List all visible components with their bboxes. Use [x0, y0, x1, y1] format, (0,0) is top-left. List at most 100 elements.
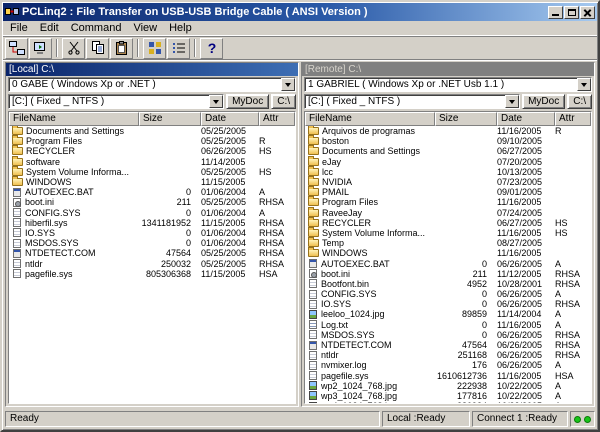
file-row[interactable]: MSDOS.SYS 0 01/06/2004 RHSA — [9, 238, 295, 248]
file-row[interactable]: NTDETECT.COM 47564 06/26/2005 RHSA — [305, 340, 591, 350]
file-name: WINDOWS — [26, 177, 139, 187]
remote-pane-header[interactable]: [Remote] C:\ — [302, 63, 594, 76]
file-row[interactable]: Arquivos de programas 11/16/2005 R — [305, 126, 591, 136]
column-header-attr[interactable]: Attr — [555, 112, 591, 126]
file-row[interactable]: System Volume Informa... 11/16/2005 HS — [305, 228, 591, 238]
details-view-button[interactable] — [167, 38, 190, 59]
close-button[interactable] — [580, 6, 595, 19]
file-date: 05/25/2005 — [201, 167, 259, 177]
file-row[interactable]: RECYCLER 06/27/2005 HS — [305, 218, 591, 228]
column-header-filename[interactable]: FileName — [305, 112, 435, 126]
file-row[interactable]: pagefile.sys 805306368 11/15/2005 HSA — [9, 269, 295, 279]
remote-drive-combo[interactable]: 1 GABRIEL ( Windows Xp or .NET Usb 1.1 ) — [304, 77, 592, 92]
local-pane-header[interactable]: [Local] C:\ — [6, 63, 298, 76]
local-root-button[interactable]: C:\ — [271, 94, 296, 109]
remote-root-button[interactable]: C:\ — [567, 94, 592, 109]
menu-item[interactable]: Edit — [34, 21, 65, 36]
file-row[interactable]: RaveeJay 07/24/2005 — [305, 208, 591, 218]
menu-item[interactable]: File — [4, 21, 34, 36]
file-row[interactable]: System Volume Informa... 05/25/2005 HS — [9, 167, 295, 177]
local-column-headers: FileName Size Date Attr — [9, 112, 295, 126]
file-row[interactable]: IO.SYS 0 01/06/2004 RHSA — [9, 228, 295, 238]
file-row[interactable]: Program Files 05/25/2005 R — [9, 136, 295, 146]
file-row[interactable]: IO.SYS 0 06/26/2005 RHSA — [305, 299, 591, 309]
file-row[interactable]: NVIDIA 07/23/2005 — [305, 177, 591, 187]
file-row[interactable]: RECYCLER 06/26/2005 HS — [9, 146, 295, 156]
file-row[interactable]: Bootfont.bin 4952 10/28/2001 RHSA — [305, 279, 591, 289]
file-date: 06/26/2005 — [497, 289, 555, 299]
local-path-combo[interactable]: [C:] ( Fixed _ NTFS ) — [8, 94, 224, 109]
menu-item[interactable]: View — [127, 21, 163, 36]
file-icon — [13, 259, 21, 268]
file-row[interactable]: CONFIG.SYS 0 01/06/2004 A — [9, 208, 295, 218]
file-row[interactable]: WINDOWS 11/15/2005 — [9, 177, 295, 187]
file-row[interactable]: MSDOS.SYS 0 06/26/2005 RHSA — [305, 330, 591, 340]
file-icon — [309, 351, 317, 360]
file-date: 01/06/2004 — [201, 228, 259, 238]
help-button[interactable]: ? — [200, 38, 223, 59]
file-attr: A — [555, 360, 591, 370]
file-attr: A — [259, 187, 295, 197]
file-row[interactable]: Temp 08/27/2005 — [305, 238, 591, 248]
file-row[interactable]: hiberfil.sys 1341181952 11/15/2005 RHSA — [9, 218, 295, 228]
column-header-filename[interactable]: FileName — [9, 112, 139, 126]
column-header-size[interactable]: Size — [435, 112, 497, 126]
file-row[interactable]: Log.txt 0 11/16/2005 A — [305, 320, 591, 330]
file-size: 47564 — [139, 248, 201, 258]
file-row[interactable]: ntldr 250032 05/25/2005 RHSA — [9, 258, 295, 268]
file-size: 0 — [435, 320, 497, 330]
maximize-button[interactable] — [564, 6, 579, 19]
file-row[interactable]: PMAIL 09/01/2005 — [305, 187, 591, 197]
chevron-down-icon[interactable] — [505, 95, 519, 108]
local-drive-combo[interactable]: 0 GABE ( Windows Xp or .NET ) — [8, 77, 296, 92]
connect-button[interactable] — [5, 38, 28, 59]
file-row[interactable]: boot.ini 211 05/25/2005 RHSA — [9, 197, 295, 207]
large-icons-view-button[interactable] — [143, 38, 166, 59]
file-row[interactable]: eJay 07/20/2005 — [305, 157, 591, 167]
menu-item[interactable]: Command — [65, 21, 128, 36]
file-row[interactable]: lcc 10/13/2005 — [305, 167, 591, 177]
file-row[interactable]: NTDETECT.COM 47564 05/25/2005 RHSA — [9, 248, 295, 258]
file-row[interactable]: pagefile.sys 1610612736 11/16/2005 HSA — [305, 371, 591, 381]
file-name: lcc — [322, 167, 435, 177]
file-row[interactable]: boot.ini 211 11/12/2005 RHSA — [305, 269, 591, 279]
file-row[interactable]: wp2_1024_768.jpg 222938 10/22/2005 A — [305, 381, 591, 391]
file-date: 06/27/2005 — [497, 218, 555, 228]
column-header-date[interactable]: Date — [497, 112, 555, 126]
local-mydoc-button[interactable]: MyDoc — [226, 94, 269, 109]
minimize-icon — [552, 14, 559, 16]
file-row[interactable]: software 11/14/2005 — [9, 157, 295, 167]
file-row[interactable]: Documents and Settings 06/27/2005 — [305, 146, 591, 156]
file-row[interactable]: Documents and Settings 05/25/2005 — [9, 126, 295, 136]
column-header-date[interactable]: Date — [201, 112, 259, 126]
refresh-button[interactable] — [29, 38, 52, 59]
remote-path-combo[interactable]: [C:] ( Fixed _ NTFS ) — [304, 94, 520, 109]
file-row[interactable]: boston 09/10/2005 — [305, 136, 591, 146]
copy-button[interactable] — [86, 38, 109, 59]
paste-button[interactable] — [110, 38, 133, 59]
file-row[interactable]: leeloo_1024.jpg 89859 11/14/2004 A — [305, 309, 591, 319]
file-row[interactable]: nvmixer.log 176 06/26/2005 A — [305, 360, 591, 370]
cut-button[interactable] — [62, 38, 85, 59]
file-row[interactable]: Program Files 11/16/2005 — [305, 197, 591, 207]
minimize-button[interactable] — [548, 6, 563, 19]
file-row[interactable]: CONFIG.SYS 0 06/26/2005 A — [305, 289, 591, 299]
file-size: 177816 — [435, 391, 497, 401]
chevron-down-icon[interactable] — [577, 78, 591, 91]
file-row[interactable]: wp3_1024_768.jpg 177816 10/22/2005 A — [305, 391, 591, 401]
menu-item[interactable]: Help — [163, 21, 198, 36]
file-name: eJay — [322, 157, 435, 167]
file-row[interactable]: AUTOEXEC.BAT 0 06/26/2005 A — [305, 258, 591, 268]
menu-bar: File Edit Command View Help — [3, 21, 597, 36]
local-path-row: [C:] ( Fixed _ NTFS ) MyDoc C:\ — [6, 93, 298, 110]
column-header-attr[interactable]: Attr — [259, 112, 295, 126]
file-row[interactable]: AUTOEXEC.BAT 0 01/06/2004 A — [9, 187, 295, 197]
file-name: software — [26, 157, 139, 167]
remote-mydoc-button[interactable]: MyDoc — [522, 94, 565, 109]
file-row[interactable]: wp4_1024_768.jpg 280934 10/22/2005 A — [305, 401, 591, 403]
column-header-size[interactable]: Size — [139, 112, 201, 126]
file-row[interactable]: WINDOWS 11/16/2005 — [305, 248, 591, 258]
chevron-down-icon[interactable] — [209, 95, 223, 108]
chevron-down-icon[interactable] — [281, 78, 295, 91]
file-row[interactable]: ntldr 251168 06/26/2005 RHSA — [305, 350, 591, 360]
